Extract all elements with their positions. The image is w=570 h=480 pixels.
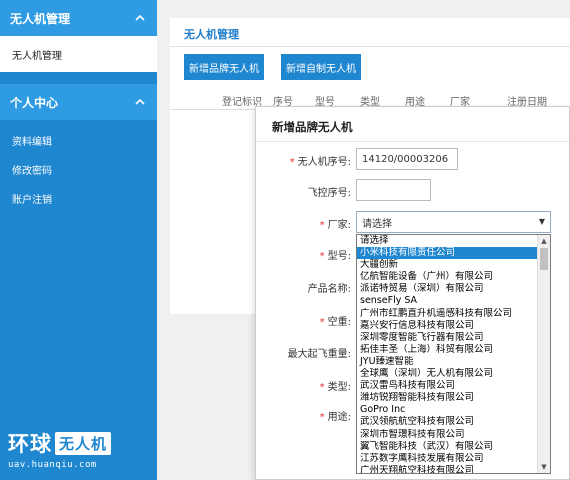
manufacturer-option[interactable]: 全球鹰（深圳）无人机有限公司 — [357, 368, 537, 380]
scroll-down-icon[interactable]: ▼ — [538, 461, 550, 473]
site-logo: 环球 无人机 uav.huanqiu.com — [8, 428, 112, 470]
manufacturer-option[interactable]: GoPro Inc — [357, 404, 537, 416]
manufacturer-option[interactable]: 江苏数字鹰科技发展有限公司 — [357, 453, 537, 465]
manufacturer-option[interactable]: 翼飞智能科技（武汉）有限公司 — [357, 441, 537, 453]
required-mark: * — [319, 412, 325, 423]
manufacturer-option[interactable]: 派诺特贸易（深圳）有限公司 — [357, 283, 537, 295]
usage-label: * 用途: — [319, 412, 351, 423]
logo-badge: 无人机 — [55, 431, 112, 455]
manufacturer-options: 请选择 小米科技有限责任公司 大疆创新 亿航智能设备（广州）有限公司 派诺特贸易（深圳）… — [357, 235, 537, 473]
dropdown-scrollbar[interactable]: ▲ ▼ — [537, 235, 550, 473]
sidebar: 无人机管理 无人机管理 个人中心 资料编辑 修改密码 账户注销 环球 无人机 u… — [0, 0, 157, 480]
manufacturer-option[interactable]: 深圳市智璟科技有限公司 — [357, 429, 537, 441]
sidebar-item-account-cancel[interactable]: 账户注销 — [0, 184, 157, 213]
dropdown-arrow-icon: ▼ — [538, 217, 545, 226]
manufacturer-option[interactable]: 嘉兴安行信息科技有限公司 — [357, 320, 537, 332]
page-title: 无人机管理 — [184, 28, 239, 41]
max-takeoff-weight-label: 最大起飞重量: — [287, 349, 351, 360]
sidebar-group-drone-management[interactable]: 无人机管理 — [0, 0, 157, 36]
manufacturer-option[interactable]: JYU臻速智能 — [357, 356, 537, 368]
manufacturer-option[interactable]: 武汉领航航空科技有限公司 — [357, 416, 537, 428]
logo-text: 环球 — [8, 433, 52, 456]
sidebar-item-change-password[interactable]: 修改密码 — [0, 155, 157, 184]
manufacturer-option[interactable]: 小米科技有限责任公司 — [357, 247, 537, 260]
flight-control-label: 飞控序号: — [307, 188, 351, 199]
sidebar-group-title: 个人中心 — [10, 95, 59, 110]
required-mark: * — [319, 251, 325, 262]
serial-input[interactable] — [356, 148, 458, 170]
manufacturer-option[interactable]: 武汉雷鸟科技有限公司 — [357, 380, 537, 392]
scroll-up-icon[interactable]: ▲ — [538, 235, 550, 247]
manufacturer-option[interactable]: 请选择 — [357, 235, 537, 247]
add-brand-drone-dialog: 新增品牌无人机 *无人机序号: 飞控序号: *厂家: 请选择 ▼ *型号: 产品… — [255, 106, 570, 480]
manufacturer-select[interactable]: 请选择 ▼ — [356, 211, 551, 233]
manufacturer-label: * 厂家: — [319, 220, 351, 231]
manufacturer-option[interactable]: 亿航智能设备（广州）有限公司 — [357, 271, 537, 283]
manufacturer-dropdown-list[interactable]: 请选择 小米科技有限责任公司 大疆创新 亿航智能设备（广州）有限公司 派诺特贸易（深圳）… — [356, 234, 551, 474]
required-mark: * — [289, 157, 295, 168]
dialog-title: 新增品牌无人机 — [272, 120, 353, 134]
required-mark: * — [319, 317, 325, 328]
add-diy-drone-button[interactable]: 新增自制无人机 — [281, 54, 361, 80]
divider — [170, 46, 570, 47]
chevron-up-icon — [135, 13, 145, 24]
manufacturer-option[interactable]: 深圳零度智能飞行器有限公司 — [357, 332, 537, 344]
serial-label: * 无人机序号: — [289, 157, 351, 168]
logo-url: uav.huanqiu.com — [8, 460, 97, 470]
add-brand-drone-button[interactable]: 新增品牌无人机 — [184, 54, 264, 80]
manufacturer-option[interactable]: 潍坊锐翔智能科技有限公司 — [357, 392, 537, 404]
required-mark: * — [319, 220, 325, 231]
sidebar-item-profile-edit[interactable]: 资料编辑 — [0, 126, 157, 155]
manufacturer-option[interactable]: 拓佳丰圣（上海）科贸有限公司 — [357, 344, 537, 356]
model-label: * 型号: — [319, 251, 351, 262]
type-label: * 类型: — [319, 382, 351, 393]
chevron-up-icon — [135, 97, 145, 108]
scrollbar-thumb[interactable] — [540, 248, 548, 270]
manufacturer-option[interactable]: senseFly SA — [357, 295, 537, 307]
sidebar-group-title: 无人机管理 — [10, 11, 71, 26]
empty-weight-label: * 空重: — [319, 317, 351, 328]
manufacturer-option[interactable]: 大疆创新 — [357, 259, 537, 271]
manufacturer-option[interactable]: 广州天翔航空科技有限公司 — [357, 465, 537, 473]
product-name-label: 产品名称: — [307, 284, 351, 295]
sidebar-item-drone-management[interactable]: 无人机管理 — [0, 36, 157, 72]
required-mark: * — [319, 382, 325, 393]
manufacturer-select-value: 请选择 — [362, 218, 392, 230]
divider — [256, 141, 569, 142]
flight-control-input[interactable] — [356, 179, 431, 201]
manufacturer-option[interactable]: 广州市红鹏直升机遥感科技有限公司 — [357, 308, 537, 320]
sidebar-group-personal-center[interactable]: 个人中心 — [0, 84, 157, 120]
